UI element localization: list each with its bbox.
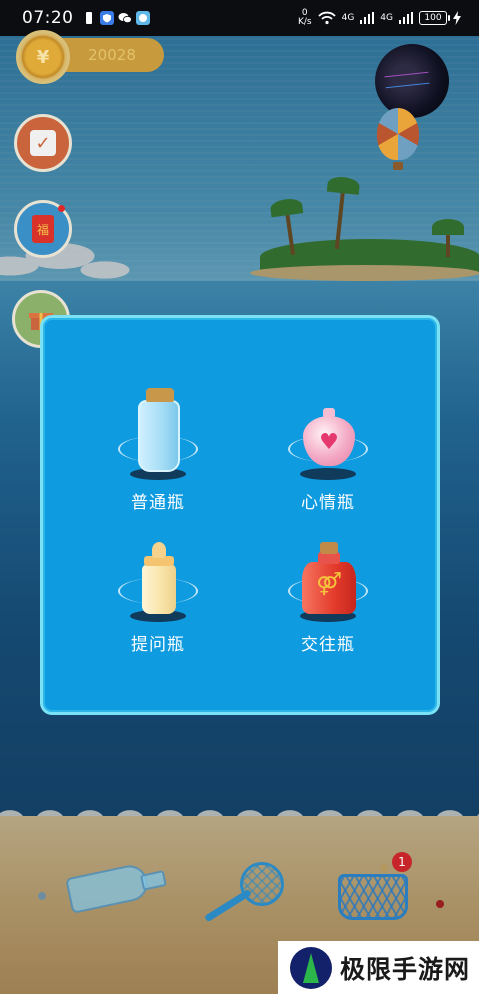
signal-bars-icon: [399, 12, 413, 24]
app-notification-icon: [135, 11, 150, 25]
bottle-nipple: [152, 542, 166, 558]
signal-bars-icon: [360, 12, 375, 24]
bottle-option-label: 普通瓶: [131, 493, 185, 513]
wechat-icon: [118, 13, 132, 24]
bottle-body: [142, 564, 176, 614]
net-speed-unit: K/s: [297, 17, 312, 27]
coin-balance[interactable]: 20028 ¥: [16, 30, 164, 84]
red-packet-glyph: 福: [36, 222, 49, 237]
bottle-shadow: [300, 468, 356, 480]
red-bottle: ⚤: [302, 542, 356, 616]
gender-bottle-icon: ⚤: [278, 528, 378, 628]
basket-count-badge: 1: [392, 852, 412, 872]
coin-symbol: ¥: [36, 46, 50, 68]
gender-symbols-icon: ⚤: [316, 572, 342, 597]
heart-bottle-icon: ♥: [278, 386, 378, 486]
battery-alert-icon: [85, 12, 92, 24]
net-icon: [240, 862, 284, 906]
watermark: 极限手游网: [278, 941, 479, 994]
shield-icon: [99, 11, 114, 25]
net-speed: 0 K/s: [298, 9, 312, 27]
watermark-text: 极限手游网: [340, 954, 471, 984]
battery-indicator: 100: [419, 11, 450, 25]
hot-air-balloon-icon: [377, 108, 419, 170]
my-bottles-basket-button[interactable]: 1: [338, 852, 412, 922]
baby-bottle: [142, 542, 176, 616]
battery-level: 100: [424, 13, 442, 23]
bottle-option-question[interactable]: 提问瓶: [73, 528, 243, 668]
heart-icon: ♥: [319, 430, 339, 455]
signal-1-label: 4G: [341, 13, 355, 23]
wifi-icon: [317, 11, 336, 25]
red-packet-button[interactable]: 福: [14, 200, 72, 258]
red-packet-icon: 福: [32, 215, 54, 243]
checkmark-icon: ✓: [30, 130, 56, 156]
bottle-type-dialog: 普通瓶 ♥ 心情瓶 提问瓶 ⚤ 交往瓶: [40, 315, 440, 715]
status-time: 07:20: [22, 8, 74, 28]
user-avatar[interactable]: [375, 44, 449, 118]
glass-bottle-icon: [108, 386, 208, 486]
check-in-button[interactable]: ✓: [14, 114, 72, 172]
baby-bottle-icon: [108, 528, 208, 628]
bottle-option-label: 提问瓶: [131, 635, 185, 655]
fishing-net-button[interactable]: [200, 862, 284, 923]
watermark-logo-icon: [290, 946, 332, 989]
glass-bottle: [138, 388, 180, 472]
basket-icon: [338, 874, 408, 920]
bottle-option-label: 交往瓶: [301, 635, 355, 655]
heart-bottle: ♥: [303, 408, 355, 466]
bottle-option-dating[interactable]: ⚤ 交往瓶: [243, 528, 413, 668]
bottle-option-label: 心情瓶: [301, 493, 355, 513]
bottle-option-mood[interactable]: ♥ 心情瓶: [243, 386, 413, 526]
bottle-cork: [320, 542, 338, 554]
charging-bolt-icon: [453, 11, 461, 25]
notification-dot: [58, 205, 65, 212]
bottle-option-normal[interactable]: 普通瓶: [73, 386, 243, 526]
coin-icon: ¥: [16, 30, 70, 84]
signal-2-label: 4G: [380, 13, 393, 23]
